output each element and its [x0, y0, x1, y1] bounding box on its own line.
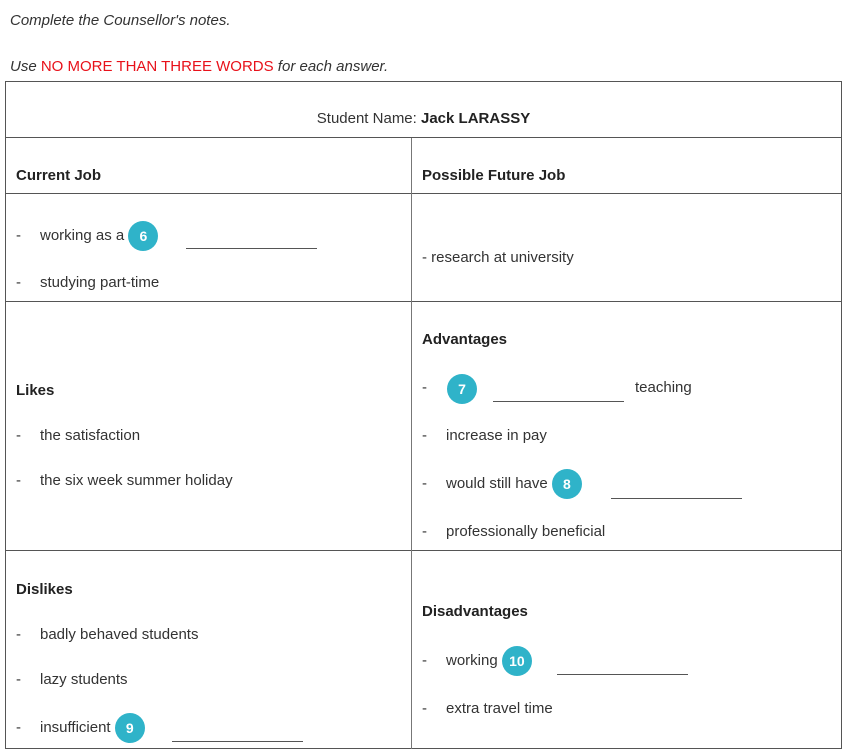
disadvantages-title: Disadvantages — [422, 603, 528, 620]
dislikes-item-3-text: insufficient — [40, 718, 111, 736]
instruction-word-limit: Use NO MORE THAN THREE WORDS for each an… — [10, 58, 388, 75]
student-name-label: Student Name: — [316, 110, 421, 127]
dislikes-item-3: insufficient 9 — [40, 713, 145, 743]
answer-8-field[interactable] — [611, 498, 742, 499]
likes-title: Likes — [16, 382, 55, 399]
divider — [6, 137, 841, 138]
bullet-dash: - — [16, 671, 21, 688]
advantages-item-3: would still have 8 — [446, 469, 582, 499]
likes-item-2: the six week summer holiday — [40, 472, 233, 489]
advantages-item-3-text: would still have — [446, 474, 548, 492]
student-name-row: Student Name: Jack LARASSY — [6, 110, 841, 127]
question-6-badge: 6 — [128, 221, 159, 251]
question-9-badge: 9 — [114, 713, 145, 743]
dislikes-item-2: lazy students — [40, 671, 128, 688]
answer-6-field[interactable] — [186, 248, 317, 249]
answer-9-field[interactable] — [172, 741, 303, 742]
answer-7-field[interactable] — [493, 401, 624, 402]
advantages-item-1-suffix: teaching — [635, 379, 692, 396]
divider — [6, 193, 841, 194]
answer-10-field[interactable] — [557, 674, 688, 675]
bullet-dash: - — [422, 652, 427, 669]
bullet-dash: - — [422, 427, 427, 444]
instruction-suffix: for each answer. — [273, 58, 389, 75]
advantages-item-2: increase in pay — [446, 427, 547, 444]
disadvantages-item-1-text: working — [446, 651, 498, 669]
divider — [6, 301, 841, 302]
bullet-dash: - — [16, 719, 21, 736]
advantages-title: Advantages — [422, 331, 508, 348]
bullet-dash: - — [16, 227, 21, 244]
instruction-prefix: Use — [10, 58, 41, 75]
word-limit-highlight: NO MORE THAN THREE WORDS — [40, 58, 274, 75]
bullet-dash: - — [422, 475, 427, 492]
bullet-dash: - — [16, 626, 21, 643]
bullet-dash: - — [16, 472, 21, 489]
current-job-item-2: studying part-time — [40, 274, 160, 291]
likes-item-1: the satisfaction — [40, 427, 141, 444]
bullet-dash: - — [16, 427, 21, 444]
current-job-item-1-text: working as a — [40, 226, 125, 244]
bullet-dash: - — [16, 274, 21, 291]
notes-table: Student Name: Jack LARASSY Current Job P… — [5, 81, 842, 749]
disadvantages-item-2: extra travel time — [446, 700, 553, 717]
current-job-item-1: working as a 6 — [40, 221, 159, 251]
bullet-dash: - — [422, 523, 427, 540]
question-10-badge: 10 — [501, 646, 532, 676]
instruction-complete: Complete the Counsellor's notes. — [10, 12, 231, 29]
advantages-item-4: professionally beneficial — [446, 523, 606, 540]
current-job-title: Current Job — [16, 167, 102, 184]
disadvantages-item-1: working 10 — [446, 646, 532, 676]
question-7-badge: 7 — [447, 374, 477, 404]
bullet-dash: - — [422, 379, 427, 396]
student-name: Jack LARASSY — [421, 110, 531, 127]
bullet-dash: - — [422, 700, 427, 717]
dislikes-item-1: badly behaved students — [40, 626, 199, 643]
question-8-badge: 8 — [551, 469, 582, 499]
divider — [6, 550, 841, 551]
future-job-item-1: - research at university — [422, 249, 574, 266]
dislikes-title: Dislikes — [16, 581, 73, 598]
column-divider — [411, 138, 412, 749]
future-job-title: Possible Future Job — [422, 167, 566, 184]
